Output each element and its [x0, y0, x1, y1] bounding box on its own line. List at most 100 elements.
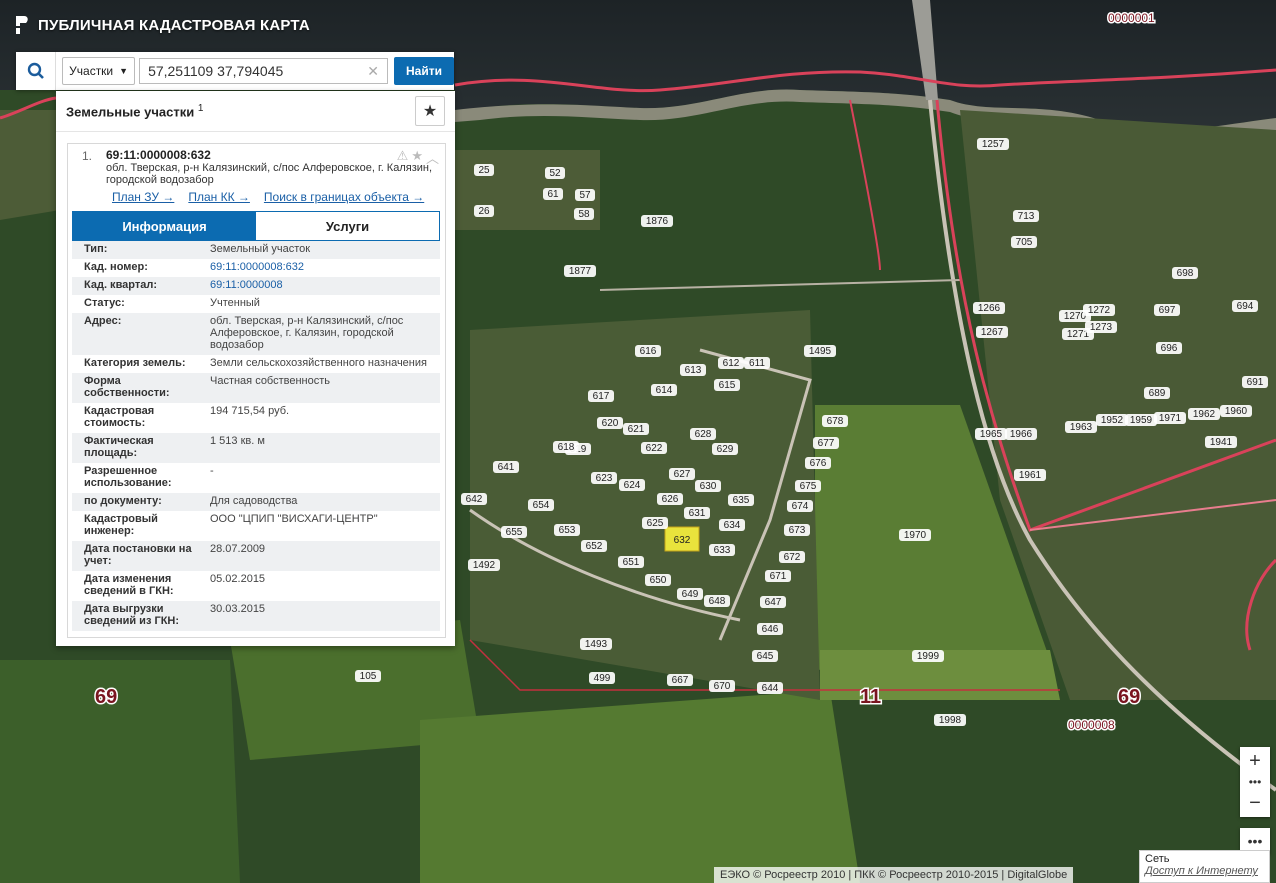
parcel-label[interactable]: 621	[628, 424, 645, 435]
plan-kk-link[interactable]: План КК →	[188, 190, 250, 204]
star-icon[interactable]: ★	[411, 148, 423, 167]
tab-services[interactable]: Услуги	[256, 212, 439, 240]
parcel-label[interactable]: 641	[498, 462, 515, 473]
parcel-label[interactable]: 58	[578, 209, 590, 220]
search-in-bounds-link[interactable]: Поиск в границах объекта →	[264, 190, 424, 204]
parcel-label[interactable]: 1961	[1019, 470, 1042, 481]
parcel-label[interactable]: 1999	[917, 651, 940, 662]
parcel-label[interactable]: 713	[1018, 211, 1035, 222]
parcel-label[interactable]: 651	[623, 557, 640, 568]
parcel-label[interactable]: 1495	[809, 346, 832, 357]
parcel-label[interactable]: 634	[724, 520, 741, 531]
parcel-label[interactable]: 1970	[904, 530, 927, 541]
parcel-label[interactable]: 645	[757, 651, 774, 662]
parcel-label[interactable]: 499	[594, 673, 611, 684]
parcel-label[interactable]: 677	[818, 438, 835, 449]
parcel-label[interactable]: 613	[685, 365, 702, 376]
parcel-label[interactable]: 667	[672, 675, 689, 686]
parcel-label[interactable]: 676	[810, 458, 827, 469]
parcel-label[interactable]: 620	[602, 418, 619, 429]
parcel-label[interactable]: 644	[762, 683, 779, 694]
parcel-label[interactable]: 1998	[939, 715, 962, 726]
parcel-label[interactable]: 1971	[1159, 413, 1182, 424]
parcel-label[interactable]: 105	[360, 671, 377, 682]
find-button[interactable]: Найти	[394, 57, 454, 85]
plan-zu-link[interactable]: План ЗУ →	[112, 190, 174, 204]
zoom-in-button[interactable]: +	[1240, 747, 1270, 775]
parcel-label[interactable]: 623	[596, 473, 613, 484]
parcel-label[interactable]: 612	[723, 358, 740, 369]
parcel-label[interactable]: 691	[1247, 377, 1264, 388]
parcel-label[interactable]: 1266	[978, 303, 1001, 314]
parcel-label[interactable]: 624	[624, 480, 641, 491]
parcel-label[interactable]: 1273	[1090, 322, 1113, 333]
parcel-label[interactable]: 617	[593, 391, 610, 402]
parcel-label[interactable]: 614	[656, 385, 673, 396]
parcel-label[interactable]: 670	[714, 681, 731, 692]
parcel-label[interactable]: 652	[586, 541, 603, 552]
parcel-label[interactable]: 647	[765, 597, 782, 608]
parcel-label[interactable]: 611	[749, 358, 765, 369]
parcel-label[interactable]: 642	[466, 494, 483, 505]
parcel-label[interactable]: 1952	[1101, 415, 1124, 426]
category-select[interactable]: Участки ▼	[62, 57, 136, 85]
parcel-label[interactable]: 25	[478, 165, 490, 176]
info-value[interactable]: 69:11:0000008:632	[198, 259, 440, 277]
parcel-label[interactable]: 1267	[981, 327, 1004, 338]
parcel-label[interactable]: 616	[640, 346, 657, 357]
parcel-label[interactable]: 630	[700, 481, 717, 492]
parcel-label[interactable]: 1877	[569, 266, 592, 277]
parcel-label[interactable]: 678	[827, 416, 844, 427]
parcel-label[interactable]: 671	[770, 571, 787, 582]
chevron-up-icon[interactable]: ︿	[426, 148, 439, 167]
parcel-label[interactable]: 1941	[1210, 437, 1233, 448]
info-value[interactable]: 69:11:0000008	[198, 277, 440, 295]
parcel-label[interactable]: 615	[719, 380, 736, 391]
parcel-label[interactable]: 1272	[1088, 305, 1111, 316]
parcel-label[interactable]: 1965	[980, 429, 1003, 440]
parcel-label[interactable]: 626	[662, 494, 679, 505]
parcel-label[interactable]: 52	[549, 168, 561, 179]
parcel-label[interactable]: 674	[792, 501, 809, 512]
parcel-label[interactable]: 618	[558, 442, 575, 453]
parcel-label[interactable]: 627	[674, 469, 691, 480]
parcel-label[interactable]: 635	[733, 495, 750, 506]
parcel-label[interactable]: 57	[579, 190, 591, 201]
parcel-label[interactable]: 672	[784, 552, 801, 563]
parcel-label[interactable]: 1962	[1193, 409, 1216, 420]
result-header[interactable]: 1. 69:11:0000008:632 обл. Тверская, р-н …	[68, 144, 445, 208]
network-status[interactable]: Доступ к Интернету	[1145, 865, 1264, 877]
parcel-label[interactable]: 1876	[646, 216, 669, 227]
parcel-label[interactable]: 1959	[1130, 415, 1153, 426]
parcel-label[interactable]: 673	[789, 525, 806, 536]
coordinates-input[interactable]: 57,251109 37,794045 ✕	[139, 58, 389, 84]
parcel-label[interactable]: 648	[709, 596, 726, 607]
parcel-label[interactable]: 631	[689, 508, 706, 519]
parcel-label[interactable]: 696	[1161, 343, 1178, 354]
search-icon[interactable]	[16, 52, 57, 90]
parcel-label[interactable]: 654	[533, 500, 550, 511]
parcel-label[interactable]: 649	[682, 589, 699, 600]
parcel-label[interactable]: 625	[647, 518, 664, 529]
parcel-label[interactable]: 653	[559, 525, 576, 536]
tab-information[interactable]: Информация	[73, 212, 256, 240]
parcel-label[interactable]: 628	[695, 429, 712, 440]
parcel-label[interactable]: 1963	[1070, 422, 1093, 433]
warning-icon[interactable]: ⚠	[397, 148, 409, 167]
parcel-label[interactable]: 689	[1149, 388, 1166, 399]
parcel-label[interactable]: 646	[762, 624, 779, 635]
parcel-label[interactable]: 675	[800, 481, 817, 492]
parcel-label[interactable]: 1960	[1225, 406, 1248, 417]
parcel-label[interactable]: 1493	[585, 639, 608, 650]
parcel-label[interactable]: 633	[714, 545, 731, 556]
parcel-label[interactable]: 1966	[1010, 429, 1033, 440]
parcel-label[interactable]: 694	[1237, 301, 1254, 312]
parcel-label[interactable]: 1492	[473, 560, 496, 571]
parcel-label[interactable]: 698	[1177, 268, 1194, 279]
parcel-label[interactable]: 61	[547, 189, 559, 200]
parcel-label[interactable]: 26	[478, 206, 490, 217]
clear-icon[interactable]: ✕	[367, 63, 379, 80]
parcel-label[interactable]: 705	[1016, 237, 1033, 248]
favorites-button[interactable]: ★	[415, 96, 445, 126]
result-cad-number[interactable]: 69:11:0000008:632	[106, 148, 439, 162]
